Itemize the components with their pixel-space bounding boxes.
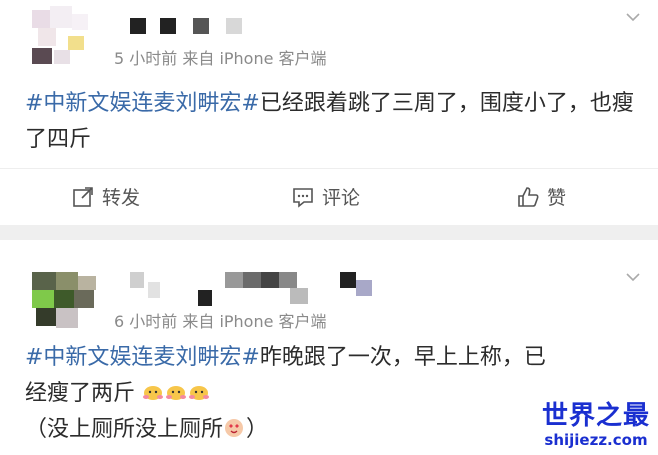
hashtag-link[interactable]: #中新文娱连麦刘畊宏# <box>25 345 260 370</box>
like-label: 赞 <box>547 187 567 209</box>
hamster-emoji <box>143 386 164 400</box>
like-icon <box>518 186 539 207</box>
hashtag-link[interactable]: #中新文娱连麦刘畊宏# <box>25 91 260 116</box>
chevron-down-icon[interactable] <box>626 270 640 284</box>
comment-label: 评论 <box>322 187 361 209</box>
weibo-post-1: 5 小时前 来自 iPhone 客户端 #中新文娱连麦刘畊宏#已经跟着跳了三周了… <box>0 0 658 225</box>
post-body-line3: （没上厕所没上厕所 <box>25 417 224 442</box>
hamster-emoji <box>189 386 210 400</box>
username-redacted[interactable] <box>130 272 380 306</box>
comment-button[interactable]: 评论 <box>292 183 360 210</box>
love-face-emoji <box>225 419 244 437</box>
post-meta: 6 小时前 来自 iPhone 客户端 <box>114 312 327 331</box>
comment-icon <box>293 187 313 208</box>
chevron-down-icon[interactable] <box>626 10 640 24</box>
repost-icon <box>73 186 93 207</box>
post-actions: 转发 评论 赞 <box>0 168 658 225</box>
post-meta: 5 小时前 来自 iPhone 客户端 <box>114 49 327 68</box>
repost-label: 转发 <box>102 187 141 209</box>
post-text: #中新文娱连麦刘畊宏#已经跟着跳了三周了，围度小了，也瘦了四斤 <box>25 86 636 158</box>
post-body-line1: 昨晚跟了一次，早上上称，已 <box>259 345 546 370</box>
like-button[interactable]: 赞 <box>517 183 566 210</box>
post-divider <box>0 225 658 240</box>
username-redacted[interactable] <box>130 18 250 34</box>
avatar[interactable] <box>32 272 102 332</box>
watermark-title: 世界之最 <box>541 401 650 431</box>
post-body-line2: 经瘦了两斤 <box>25 381 136 406</box>
watermark-url: shijiezz.com <box>544 431 648 449</box>
watermark-logo: 世界之最 shijiezz.com <box>542 401 650 449</box>
avatar[interactable] <box>32 6 102 66</box>
post-body-line3-close: ） <box>246 417 269 442</box>
repost-button[interactable]: 转发 <box>72 183 140 210</box>
hamster-emoji <box>166 386 187 400</box>
